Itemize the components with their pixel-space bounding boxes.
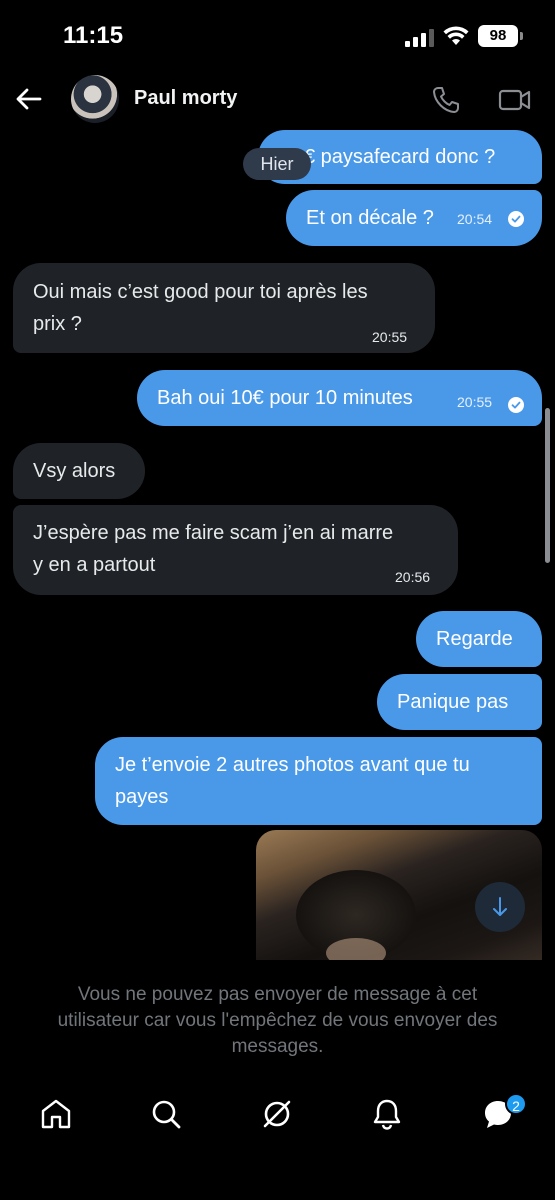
date-separator: Hier bbox=[243, 148, 311, 180]
message-timestamp: 20:55 bbox=[372, 329, 408, 345]
avatar[interactable] bbox=[71, 75, 119, 123]
message-bubble-incoming[interactable]: J’espère pas me faire scam j’en ai marre… bbox=[13, 505, 458, 595]
message-text-line: Oui mais c’est good pour toi après les bbox=[33, 281, 368, 303]
notice-line: Vous ne pouvez pas envoyer de message à … bbox=[77, 984, 478, 1005]
notice-line: messages. bbox=[231, 1036, 324, 1057]
grok-icon[interactable] bbox=[260, 1097, 294, 1131]
home-icon[interactable] bbox=[39, 1097, 73, 1131]
message-thread[interactable]: € paysafecard donc ? Hier Et on décale ?… bbox=[0, 130, 555, 960]
video-camera-icon[interactable] bbox=[498, 86, 532, 114]
phone-icon[interactable] bbox=[430, 84, 462, 116]
message-bubble-incoming[interactable]: Oui mais c’est good pour toi après les p… bbox=[13, 263, 435, 353]
signal-icon bbox=[405, 29, 434, 47]
message-timestamp: 20:56 bbox=[395, 569, 431, 585]
message-text-line: payes bbox=[115, 786, 169, 808]
message-text: Vsy alors bbox=[33, 460, 116, 482]
arrow-down-icon bbox=[493, 897, 507, 916]
message-bubble-outgoing[interactable]: Bah oui 10€ pour 10 minutes 20:55 bbox=[137, 370, 542, 426]
message-bubble-outgoing[interactable]: Panique pas bbox=[377, 674, 542, 730]
scrollbar[interactable] bbox=[545, 408, 550, 563]
back-arrow-icon[interactable] bbox=[14, 84, 44, 114]
messages-badge: 2 bbox=[505, 1093, 527, 1115]
message-text: € paysafecard donc ? bbox=[304, 146, 496, 168]
scroll-to-bottom-button[interactable] bbox=[475, 882, 525, 932]
message-text: Panique pas bbox=[397, 691, 509, 713]
message-text-line: y en a partout bbox=[33, 554, 156, 576]
search-icon[interactable] bbox=[149, 1097, 183, 1131]
message-text: Bah oui 10€ pour 10 minutes bbox=[157, 387, 413, 409]
read-receipt-icon bbox=[508, 397, 524, 413]
message-text: Et on décale ? bbox=[306, 207, 434, 229]
message-text-line: J’espère pas me faire scam j’en ai marre bbox=[33, 522, 394, 544]
message-timestamp: 20:55 bbox=[457, 394, 493, 410]
message-timestamp: 20:54 bbox=[457, 211, 493, 227]
message-text-line: prix ? bbox=[33, 313, 82, 335]
message-text: Regarde bbox=[436, 628, 513, 650]
message-bubble-outgoing[interactable]: Et on décale ? 20:54 bbox=[286, 190, 542, 246]
status-time: 11:15 bbox=[63, 22, 124, 49]
message-bubble-outgoing[interactable]: Regarde bbox=[416, 611, 542, 667]
message-bubble-incoming[interactable]: Vsy alors bbox=[13, 443, 145, 499]
wifi-icon bbox=[443, 26, 469, 45]
conversation-header: Paul morty bbox=[0, 70, 555, 130]
notifications-icon[interactable] bbox=[370, 1097, 404, 1131]
contact-name[interactable]: Paul morty bbox=[134, 87, 237, 110]
blocked-messaging-notice: Vous ne pouvez pas envoyer de message à … bbox=[20, 982, 535, 1060]
battery-indicator: 98 bbox=[478, 25, 523, 47]
read-receipt-icon bbox=[508, 211, 524, 227]
status-bar: 11:15 98 bbox=[0, 0, 555, 70]
message-bubble-outgoing[interactable]: Je t’envoie 2 autres photos avant que tu… bbox=[95, 737, 542, 825]
bottom-tab-bar bbox=[0, 1080, 555, 1160]
notice-line: utilisateur car vous l'empêchez de vous … bbox=[57, 1010, 498, 1031]
message-text-line: Je t’envoie 2 autres photos avant que tu bbox=[115, 754, 470, 776]
